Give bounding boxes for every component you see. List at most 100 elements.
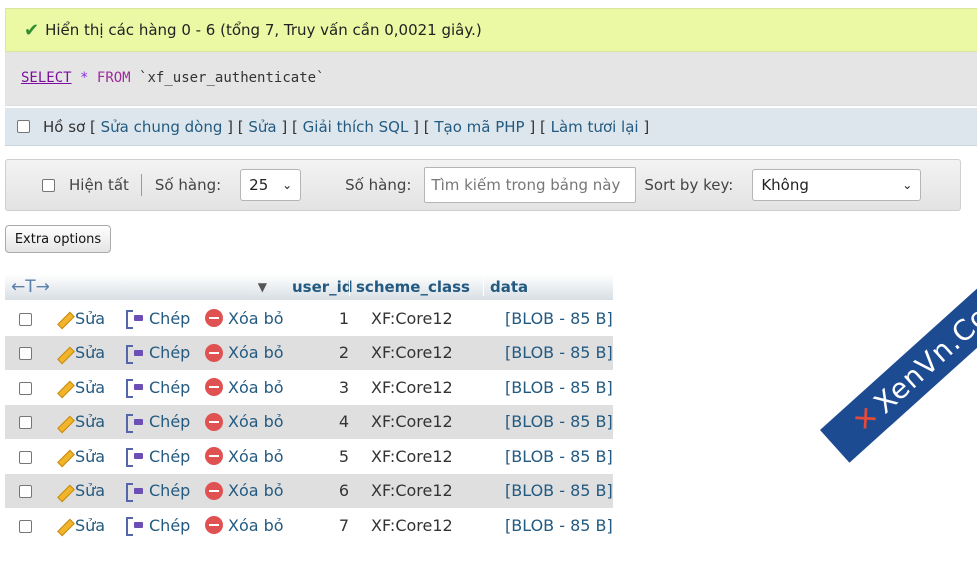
column-scheme-class[interactable]: scheme_class bbox=[349, 278, 483, 296]
delete-label: Xóa bỏ bbox=[228, 412, 284, 432]
cell-scheme-class[interactable]: XF:Core12 bbox=[367, 378, 501, 397]
sql-query-box: SELECT * FROM `xf_user_authenticate` bbox=[5, 52, 977, 106]
copy-action[interactable]: Chép bbox=[125, 309, 205, 330]
pencil-icon bbox=[55, 310, 71, 326]
cell-user-id[interactable]: 4 bbox=[287, 412, 367, 431]
copy-icon bbox=[125, 516, 145, 537]
success-message: Hiển thị các hàng 0 - 6 (tổng 7, Truy vấ… bbox=[45, 21, 482, 39]
delete-icon bbox=[205, 309, 223, 328]
rows-select-value: 25 bbox=[249, 176, 269, 194]
delete-label: Xóa bỏ bbox=[228, 377, 284, 397]
delete-action[interactable]: Xóa bỏ bbox=[205, 309, 287, 328]
column-arrows-icon[interactable]: ←T→ ▼ bbox=[5, 277, 267, 297]
table-row: Sửa Chép Xóa bỏ 2 XF:Core12 [BLOB - 85 B] bbox=[5, 335, 613, 370]
cell-user-id[interactable]: 2 bbox=[287, 343, 367, 362]
column-data[interactable]: data bbox=[483, 278, 593, 296]
pencil-icon bbox=[55, 345, 71, 361]
sort-select[interactable]: Không ⌄ bbox=[752, 169, 922, 201]
edit-action[interactable]: Sửa bbox=[55, 343, 125, 362]
table-header: ←T→ ▼ user_id scheme_class data bbox=[5, 274, 613, 301]
delete-label: Xóa bỏ bbox=[228, 343, 284, 363]
delete-action[interactable]: Xóa bỏ bbox=[205, 481, 287, 500]
sort-select-value: Không bbox=[761, 176, 809, 194]
cell-scheme-class[interactable]: XF:Core12 bbox=[367, 516, 501, 535]
sort-dropdown-icon[interactable]: ▼ bbox=[258, 280, 267, 294]
edit-action[interactable]: Sửa bbox=[55, 309, 125, 328]
link-inline-edit[interactable]: Sửa chung dòng bbox=[101, 118, 223, 136]
sql-select-keyword[interactable]: SELECT bbox=[21, 70, 72, 86]
profile-label: Hồ sơ bbox=[43, 117, 86, 136]
rows-label: Số hàng: bbox=[154, 176, 222, 194]
edit-action[interactable]: Sửa bbox=[55, 412, 125, 431]
rows-select[interactable]: 25 ⌄ bbox=[240, 169, 302, 201]
delete-icon bbox=[205, 343, 223, 362]
sql-table-name: `xf_user_authenticate` bbox=[139, 70, 325, 86]
row-checkbox[interactable] bbox=[19, 485, 32, 499]
search-input[interactable]: Tìm kiếm trong bảng này bbox=[424, 167, 637, 203]
delete-action[interactable]: Xóa bỏ bbox=[205, 447, 287, 466]
copy-label: Chép bbox=[149, 515, 191, 535]
delete-action[interactable]: Xóa bỏ bbox=[205, 343, 287, 362]
link-explain-sql[interactable]: Giải thích SQL bbox=[303, 118, 409, 136]
success-message-bar: ✔ Hiển thị các hàng 0 - 6 (tổng 7, Truy … bbox=[5, 8, 977, 52]
delete-label: Xóa bỏ bbox=[228, 308, 284, 328]
copy-action[interactable]: Chép bbox=[125, 481, 205, 502]
copy-icon bbox=[125, 447, 145, 468]
link-create-php[interactable]: Tạo mã PHP bbox=[434, 118, 524, 136]
edit-action[interactable]: Sửa bbox=[55, 447, 125, 466]
cell-data[interactable]: [BLOB - 85 B] bbox=[501, 412, 613, 431]
cell-user-id[interactable]: 7 bbox=[287, 516, 367, 535]
cell-data[interactable]: [BLOB - 85 B] bbox=[501, 516, 613, 535]
delete-icon bbox=[205, 378, 223, 397]
edit-action[interactable]: Sửa bbox=[55, 516, 125, 535]
cell-scheme-class[interactable]: XF:Core12 bbox=[367, 412, 501, 431]
result-table: ←T→ ▼ user_id scheme_class data Sửa Chép X… bbox=[5, 274, 613, 543]
cell-data[interactable]: [BLOB - 85 B] bbox=[501, 481, 613, 500]
cell-data[interactable]: [BLOB - 85 B] bbox=[501, 343, 613, 362]
navigation-panel: Hiện tất Số hàng: 25 ⌄ Số hàng: Tìm kiếm… bbox=[5, 159, 961, 211]
column-user-id[interactable]: user_id bbox=[267, 278, 353, 296]
profile-checkbox[interactable] bbox=[17, 120, 30, 133]
copy-action[interactable]: Chép bbox=[125, 378, 205, 399]
row-checkbox[interactable] bbox=[19, 450, 32, 464]
table-row: Sửa Chép Xóa bỏ 3 XF:Core12 [BLOB - 85 B] bbox=[5, 370, 613, 405]
row-checkbox[interactable] bbox=[19, 381, 32, 395]
row-checkbox[interactable] bbox=[19, 519, 32, 533]
table-row: Sửa Chép Xóa bỏ 4 XF:Core12 [BLOB - 85 B] bbox=[5, 404, 613, 439]
table-row: Sửa Chép Xóa bỏ 5 XF:Core12 [BLOB - 85 B] bbox=[5, 439, 613, 474]
watermark-logo: ✕ XenVn.Com bbox=[820, 256, 977, 463]
cell-data[interactable]: [BLOB - 85 B] bbox=[501, 447, 613, 466]
cell-scheme-class[interactable]: XF:Core12 bbox=[367, 309, 501, 328]
cell-user-id[interactable]: 5 bbox=[287, 447, 367, 466]
row-checkbox[interactable] bbox=[19, 416, 32, 430]
delete-label: Xóa bỏ bbox=[228, 481, 284, 501]
extra-options-button[interactable]: Extra options bbox=[5, 225, 111, 253]
cell-user-id[interactable]: 1 bbox=[287, 309, 367, 328]
sort-label: Sort by key: bbox=[644, 176, 734, 194]
cell-user-id[interactable]: 6 bbox=[287, 481, 367, 500]
link-refresh[interactable]: Làm tươi lại bbox=[551, 118, 639, 136]
delete-action[interactable]: Xóa bỏ bbox=[205, 516, 287, 535]
show-all-checkbox[interactable] bbox=[42, 178, 55, 192]
table-row: Sửa Chép Xóa bỏ 6 XF:Core12 [BLOB - 85 B] bbox=[5, 473, 613, 508]
edit-action[interactable]: Sửa bbox=[55, 378, 125, 397]
edit-label: Sửa bbox=[75, 377, 106, 397]
cell-user-id[interactable]: 3 bbox=[287, 378, 367, 397]
copy-label: Chép bbox=[149, 446, 191, 466]
copy-action[interactable]: Chép bbox=[125, 515, 205, 537]
link-edit[interactable]: Sửa bbox=[248, 118, 276, 136]
copy-icon bbox=[125, 482, 145, 502]
cell-scheme-class[interactable]: XF:Core12 bbox=[367, 343, 501, 362]
delete-action[interactable]: Xóa bỏ bbox=[205, 412, 287, 431]
cell-scheme-class[interactable]: XF:Core12 bbox=[367, 481, 501, 500]
copy-action[interactable]: Chép bbox=[125, 412, 205, 433]
copy-action[interactable]: Chép bbox=[125, 446, 205, 468]
row-checkbox[interactable] bbox=[19, 347, 32, 361]
row-checkbox[interactable] bbox=[19, 312, 32, 326]
cell-scheme-class[interactable]: XF:Core12 bbox=[367, 447, 501, 466]
delete-action[interactable]: Xóa bỏ bbox=[205, 378, 287, 397]
cell-data[interactable]: [BLOB - 85 B] bbox=[501, 378, 613, 397]
cell-data[interactable]: [BLOB - 85 B] bbox=[501, 309, 613, 328]
copy-action[interactable]: Chép bbox=[125, 343, 205, 364]
edit-action[interactable]: Sửa bbox=[55, 481, 125, 500]
